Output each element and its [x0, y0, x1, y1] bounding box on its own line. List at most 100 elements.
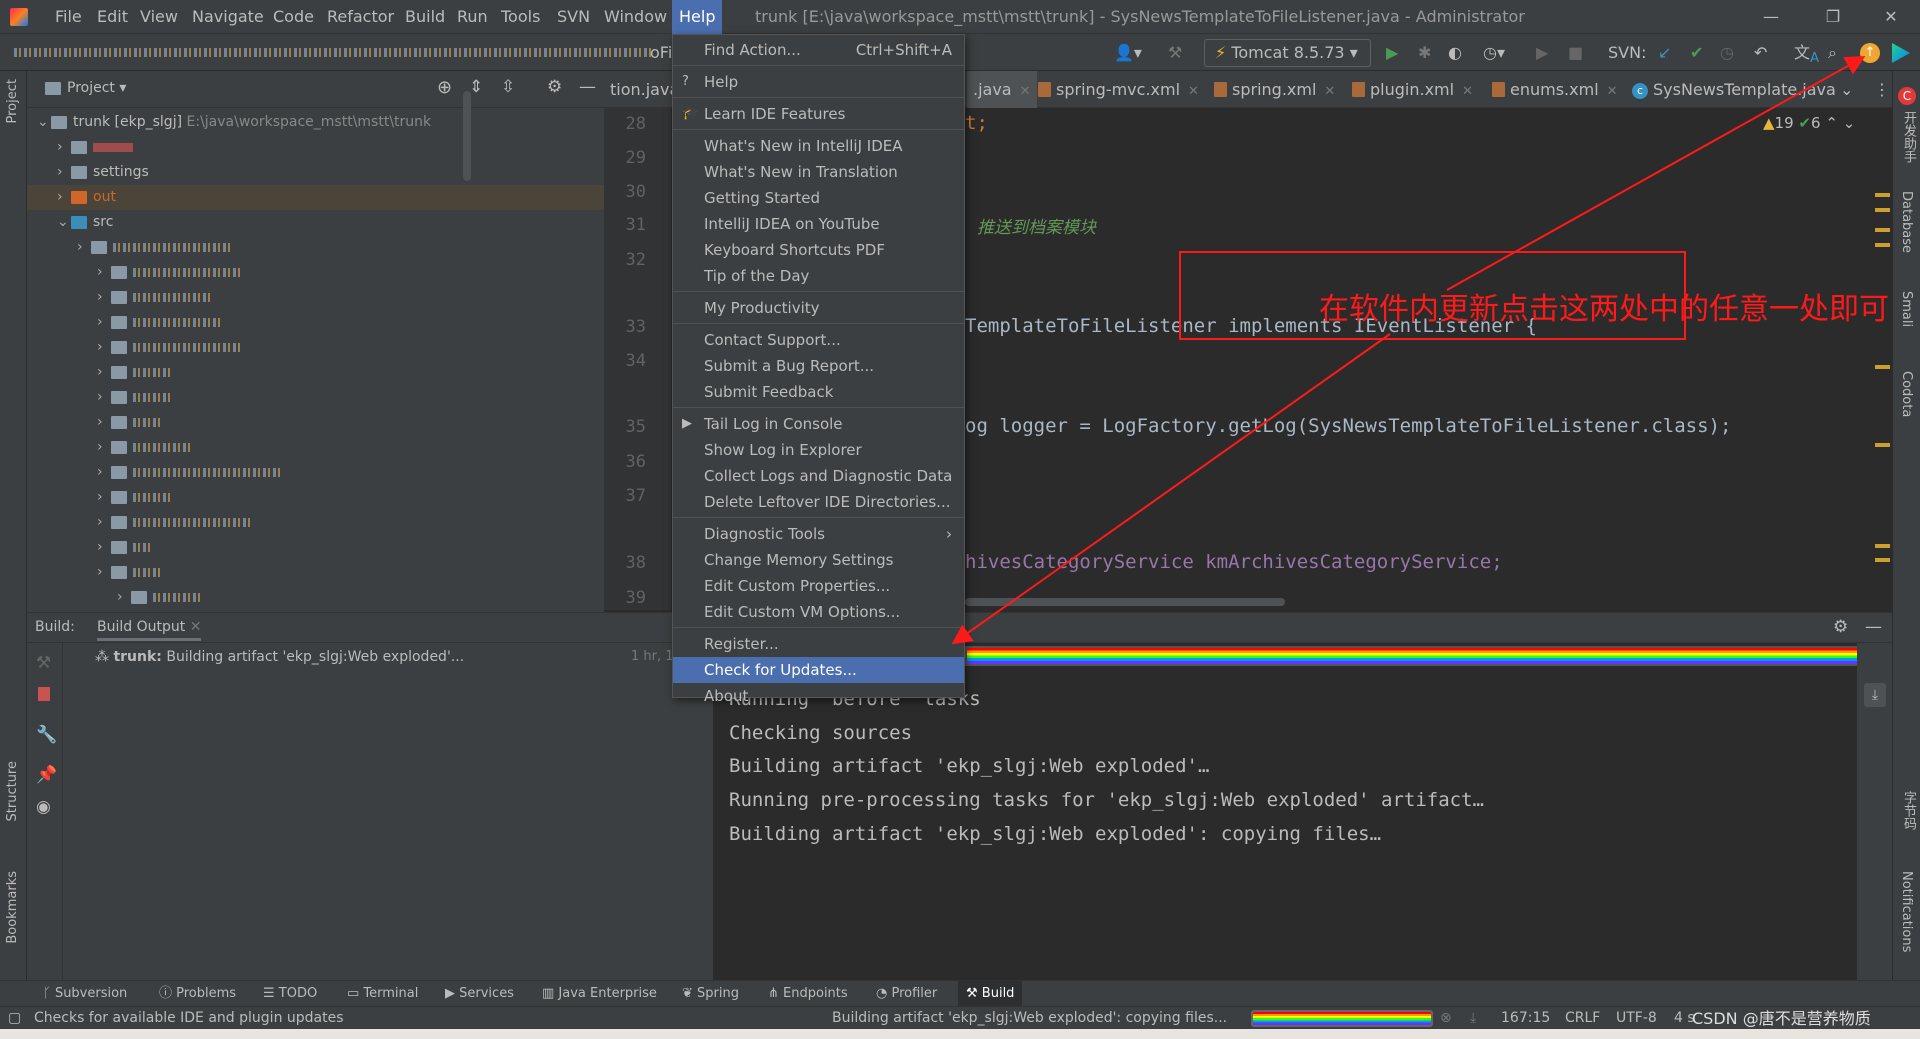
tree-item[interactable]: › settings	[27, 160, 604, 185]
svn-commit-icon[interactable]: ✔	[1690, 40, 1703, 66]
menu-build[interactable]: Build	[398, 0, 452, 34]
tree-item[interactable]: ›	[27, 410, 604, 435]
gear-icon[interactable]: ⚙	[1833, 617, 1848, 637]
build-hammer-icon[interactable]: ⚒	[1168, 40, 1182, 66]
tab-spring-xml[interactable]: spring.xml ✕	[1214, 71, 1335, 108]
menu-edit[interactable]: Edit	[90, 0, 135, 34]
tool-profiler[interactable]: ◔ Profiler	[876, 981, 937, 1007]
run-config-dropdown[interactable]: ⚡ Tomcat 8.5.73 ▾	[1204, 39, 1371, 67]
tree-item[interactable]: ›	[27, 560, 604, 585]
tool-build[interactable]: ⚒ Build	[958, 981, 1023, 1007]
tree-item[interactable]: ›	[27, 385, 604, 410]
menu-item-learn-ide-features[interactable]: 🎓 Learn IDE Features	[673, 101, 964, 127]
tool-endpoints[interactable]: ⋔ Endpoints	[768, 981, 848, 1007]
bookmarks-tool-button[interactable]: Bookmarks	[5, 871, 20, 944]
caret-position[interactable]: 167:15	[1501, 1007, 1550, 1030]
download-icon[interactable]: ⤓	[1470, 1007, 1476, 1030]
toolbox-icon[interactable]	[1892, 43, 1910, 63]
menu-tools[interactable]: Tools	[494, 0, 547, 34]
menu-item-submit-a-bug-report[interactable]: Submit a Bug Report...	[673, 353, 964, 379]
rebuild-icon[interactable]: ⚒	[36, 653, 51, 673]
prev-highlight-icon[interactable]: ⌃	[1825, 114, 1838, 132]
menu-window[interactable]: Window	[597, 0, 674, 34]
structure-tool-button[interactable]: Structure	[5, 761, 20, 821]
tree-item[interactable]: ›	[27, 460, 604, 485]
tree-item[interactable]: ›	[27, 335, 604, 360]
inspection-widget[interactable]: ▲19 ✔6 ⌃ ⌄	[1763, 114, 1855, 132]
menu-item-intellij-idea-on-youtube[interactable]: IntelliJ IDEA on YouTube	[673, 211, 964, 237]
tool-services[interactable]: ▶ Services	[445, 981, 514, 1007]
menu-item-register[interactable]: Register...	[673, 631, 964, 657]
menu-item-diagnostic-tools[interactable]: Diagnostic Tools ›	[673, 521, 964, 547]
menu-view[interactable]: View	[133, 0, 185, 34]
eye-icon[interactable]: ◉	[36, 797, 51, 817]
line-separator[interactable]: CRLF	[1565, 1007, 1600, 1030]
tree-item[interactable]: › out	[27, 185, 604, 210]
tree-item[interactable]: ›	[27, 310, 604, 335]
tree-item[interactable]: ›	[27, 135, 604, 160]
tree-item[interactable]: ›	[27, 435, 604, 460]
close-icon[interactable]: ✕	[1324, 84, 1335, 99]
menu-refactor[interactable]: Refactor	[320, 0, 401, 34]
menu-item-find-action[interactable]: Find Action... Ctrl+Shift+A	[673, 37, 964, 63]
tree-item[interactable]: ›	[27, 535, 604, 560]
error-stripe-mark[interactable]	[1875, 193, 1890, 197]
error-stripe-mark[interactable]	[1875, 365, 1890, 369]
menu-item-collect-logs-and-diagnostic-data[interactable]: Collect Logs and Diagnostic Data	[673, 463, 964, 489]
error-stripe-mark[interactable]	[1875, 208, 1890, 212]
tab-build-output[interactable]: Build Output ✕	[97, 619, 202, 641]
tool-subversion[interactable]: ᚴ Subversion	[43, 981, 127, 1007]
menu-item-show-log-in-explorer[interactable]: Show Log in Explorer	[673, 437, 964, 463]
menu-item-what-s-new-in-translation[interactable]: What's New in Translation	[673, 159, 964, 185]
stop-icon[interactable]	[38, 687, 50, 701]
translate-icon[interactable]: 文A	[1794, 40, 1819, 66]
close-icon[interactable]: ✕	[1188, 84, 1199, 99]
close-icon[interactable]: ✕	[1020, 84, 1031, 99]
menu-item-edit-custom-vm-options[interactable]: Edit Custom VM Options...	[673, 599, 964, 625]
menu-svn[interactable]: SVN	[550, 0, 597, 34]
gear-icon[interactable]: ⚙	[547, 77, 562, 97]
rollback-icon[interactable]: ↶	[1754, 40, 1767, 66]
tool-java-enterprise[interactable]: ▥ Java Enterprise	[542, 981, 657, 1007]
tool-terminal[interactable]: ▭ Terminal	[347, 981, 418, 1007]
search-icon[interactable]: ⌕	[1828, 40, 1837, 66]
more-icon[interactable]: ⋮	[1874, 71, 1890, 108]
menu-item-help[interactable]: ? Help	[673, 69, 964, 95]
error-stripe-mark[interactable]	[1875, 443, 1890, 447]
cancel-task-icon[interactable]: ⊗	[1440, 1007, 1452, 1030]
error-stripe-mark[interactable]	[1875, 228, 1890, 232]
menu-item-getting-started[interactable]: Getting Started	[673, 185, 964, 211]
menu-code[interactable]: Code	[266, 0, 321, 34]
plugin-c-icon[interactable]: C	[1898, 87, 1916, 105]
tool-problems[interactable]: ⓘ Problems	[159, 981, 236, 1007]
run-icon[interactable]: ▶	[1386, 40, 1398, 66]
update-available-icon[interactable]: ↑	[1860, 43, 1880, 63]
notifications-tool-button[interactable]: Notifications	[1899, 871, 1914, 952]
scroll-to-end-icon[interactable]: ⤓	[1864, 683, 1886, 707]
error-stripe-mark[interactable]	[1875, 558, 1890, 562]
hide-panel-icon[interactable]: —	[1865, 617, 1882, 637]
tab-active-java[interactable]: .java ✕	[967, 71, 1037, 108]
profile-icon[interactable]: ◷▾	[1483, 40, 1505, 66]
close-button[interactable]: ✕	[1868, 0, 1914, 34]
resume-icon[interactable]: ▶	[1536, 40, 1548, 66]
close-icon[interactable]: ✕	[190, 619, 202, 635]
smali-tool-button[interactable]: Smali	[1899, 291, 1914, 327]
stop-icon[interactable]: ■	[1568, 40, 1583, 66]
tab-list-chevron-icon[interactable]: ⌄	[1840, 71, 1853, 108]
tree-item[interactable]: ›	[27, 285, 604, 310]
database-tool-button[interactable]: Database	[1899, 191, 1914, 253]
error-stripe-mark[interactable]	[1875, 243, 1890, 247]
dev-helper-tool-button[interactable]: 开发助手	[1899, 111, 1918, 163]
project-view-dropdown[interactable]: Project ▾	[45, 80, 126, 96]
status-message[interactable]: Checks for available IDE and plugin upda…	[34, 1007, 344, 1030]
menu-item-what-s-new-in-intellij-idea[interactable]: What's New in IntelliJ IDEA	[673, 133, 964, 159]
horizontal-scrollbar[interactable]	[965, 598, 1285, 606]
menu-navigate[interactable]: Navigate	[185, 0, 271, 34]
menu-item-my-productivity[interactable]: My Productivity	[673, 295, 964, 321]
menu-item-tip-of-the-day[interactable]: Tip of the Day	[673, 263, 964, 289]
menu-item-delete-leftover-ide-directories[interactable]: Delete Leftover IDE Directories...	[673, 489, 964, 515]
restore-button[interactable]: ❐	[1810, 0, 1856, 34]
coverage-icon[interactable]: ◐	[1448, 40, 1462, 66]
menu-item-tail-log-in-console[interactable]: ▶ Tail Log in Console	[673, 411, 964, 437]
